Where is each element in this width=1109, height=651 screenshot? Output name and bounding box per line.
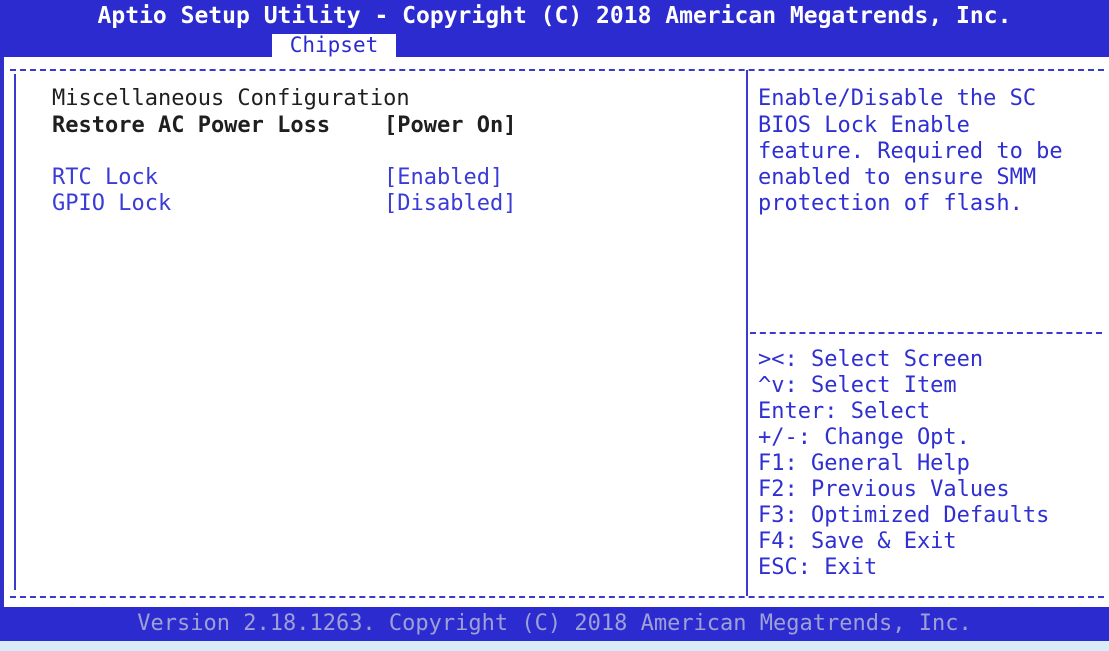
setting-value-bios-lock[interactable]: [Disabled] <box>384 139 516 165</box>
key-help-f2: F2: Previous Values <box>758 477 1010 502</box>
key-help-change-opt: +/-: Change Opt. <box>758 425 970 450</box>
left-border <box>14 74 16 590</box>
version-text: Version 2.18.1263. Copyright (C) 2018 Am… <box>137 611 972 636</box>
setting-value-gpio-lock[interactable]: [Disabled] <box>384 191 516 217</box>
key-help-select-screen: ><: Select Screen <box>758 347 984 372</box>
key-help-select-item: ^v: Select Item <box>758 373 957 398</box>
setting-label-gpio-lock[interactable]: GPIO Lock <box>52 191 171 217</box>
key-help-f4: F4: Save & Exit <box>758 529 957 554</box>
utility-title: Aptio Setup Utility - Copyright (C) 2018… <box>97 3 1012 29</box>
help-description-line: Enable/Disable the SC <box>758 86 1037 111</box>
key-help-f3: F3: Optimized Defaults <box>758 503 1050 528</box>
footer-bar: Version 2.18.1263. Copyright (C) 2018 Am… <box>0 607 1109 641</box>
setting-value-restore-ac-power-loss[interactable]: [Power On] <box>384 113 516 139</box>
key-help-enter: Enter: Select <box>758 399 931 424</box>
setting-label-restore-ac-power-loss[interactable]: Restore AC Power Loss <box>52 113 330 139</box>
help-description-line: enabled to ensure SMM <box>758 165 1037 190</box>
setting-label-bios-lock[interactable]: BIOS Lock <box>52 139 171 165</box>
left-frame-edge <box>0 57 4 607</box>
section-heading: Miscellaneous Configuration <box>52 86 410 111</box>
key-help-f1: F1: General Help <box>758 451 970 476</box>
help-description-line: protection of flash. <box>758 191 1023 216</box>
pane-divider <box>746 70 748 596</box>
tab-chipset[interactable]: Chipset <box>272 34 396 57</box>
top-divider <box>10 69 1104 71</box>
setting-value-rtc-lock[interactable]: [Enabled] <box>384 165 503 191</box>
header-bar: Aptio Setup Utility - Copyright (C) 2018… <box>0 0 1109 57</box>
help-description-line: feature. Required to be <box>758 139 1063 164</box>
bottom-divider <box>10 596 1104 598</box>
bios-screen: Aptio Setup Utility - Copyright (C) 2018… <box>0 0 1109 651</box>
key-help-esc: ESC: Exit <box>758 555 878 580</box>
bottom-strip <box>0 641 1109 651</box>
help-description-line: BIOS Lock Enable <box>758 113 970 138</box>
setting-label-rtc-lock[interactable]: RTC Lock <box>52 165 158 191</box>
help-divider <box>750 332 1102 334</box>
